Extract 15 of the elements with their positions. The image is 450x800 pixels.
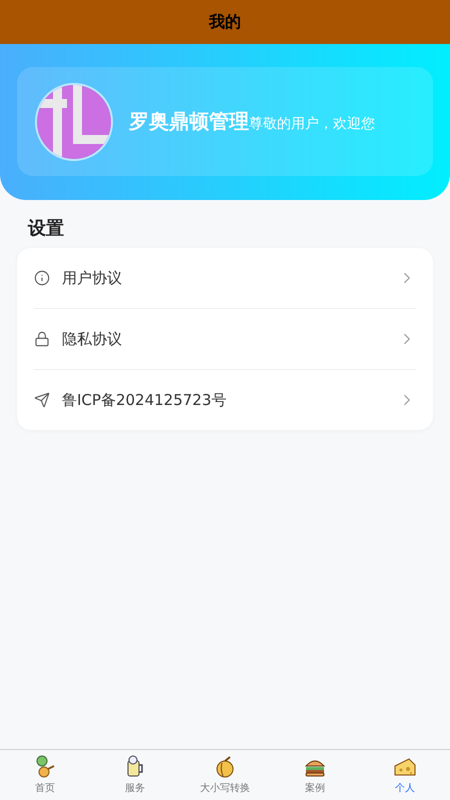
page-title: 我的 [209,12,241,32]
tab-label[interactable]: 大小写转换 [200,781,250,795]
settings-item[interactable]: 用户协议 [62,268,386,288]
tab-label[interactable]: 服务 [125,781,145,795]
tab-label[interactable]: 首页 [35,781,55,795]
tab-label[interactable]: 个人 [395,781,415,795]
send-icon [34,392,50,408]
settings-item[interactable]: 隐私协议 [62,330,386,348]
lock-icon [34,331,50,347]
settings-item[interactable]: 鲁ICP备2024125723号 [62,390,386,410]
info-icon [34,270,50,286]
section-title: 设置 [26,217,65,241]
tab-label[interactable]: 案例 [305,781,325,795]
user-name: 罗奥鼎顿管理 [129,108,249,135]
greeting-text: 尊敬的用户，欢迎您 [249,115,375,133]
